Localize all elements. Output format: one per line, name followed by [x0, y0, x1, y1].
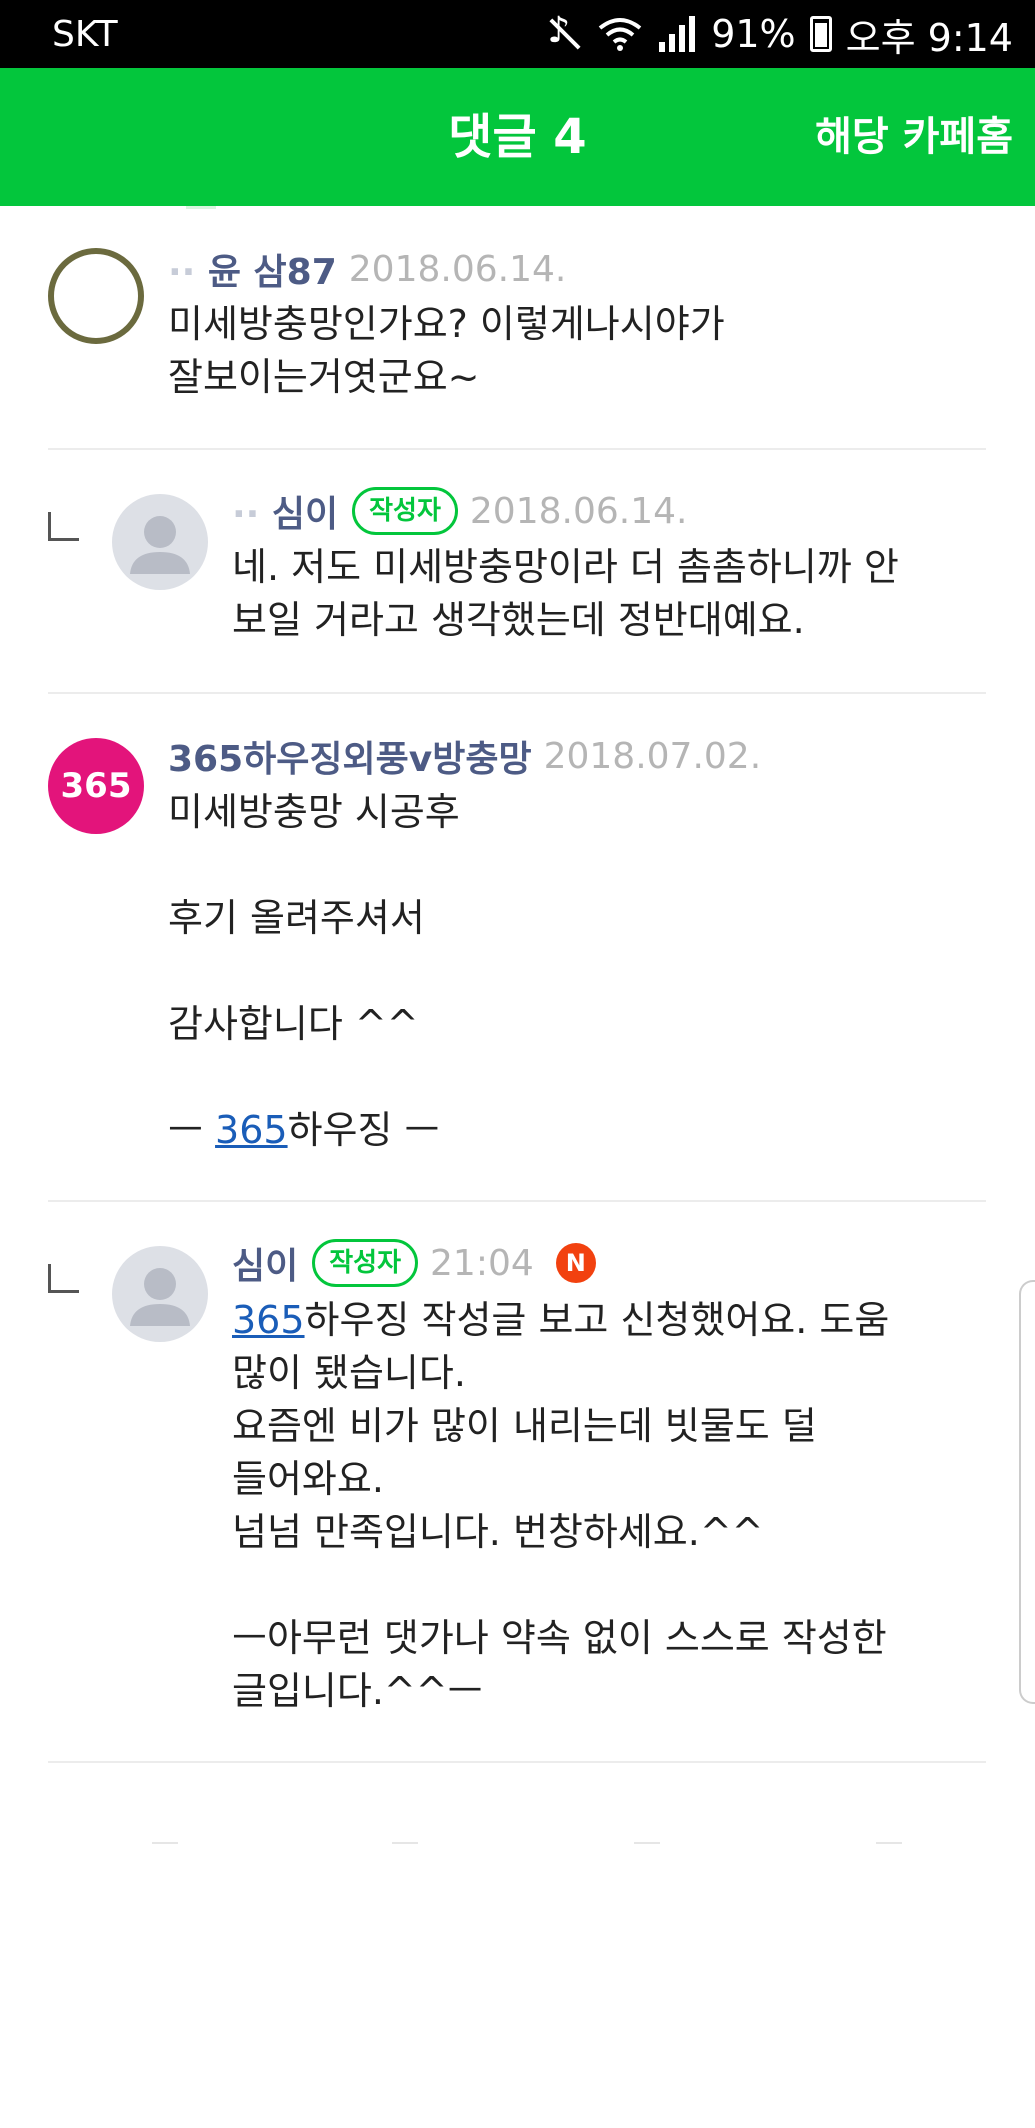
- comment-date: 2018.06.14.: [469, 490, 688, 532]
- 365-link[interactable]: 365: [215, 1108, 288, 1152]
- comments-header: 댓글 4 해당 카페홈: [0, 68, 1035, 206]
- scroll-handle[interactable]: [1019, 1280, 1035, 1704]
- avatar[interactable]: [112, 494, 208, 590]
- comment-body: 365하우징 작성글 보고 신청했어요. 도움 많이 됐습니다. 요즘엔 비가 …: [232, 1298, 890, 1713]
- default-user-icon: [130, 1268, 190, 1326]
- signature-line: ㅡ 365하우징 ㅡ: [168, 1108, 440, 1152]
- mute-icon: [543, 10, 583, 54]
- clock: 오후 9:14: [845, 15, 1013, 60]
- cafe-home-button[interactable]: 해당 카페홈: [815, 68, 1013, 206]
- divider: [48, 448, 986, 450]
- new-badge: N: [555, 1243, 596, 1283]
- author-name[interactable]: ·· 윤 삼87: [168, 243, 337, 295]
- avatar[interactable]: [112, 1246, 208, 1342]
- battery-percent: 91%: [711, 12, 796, 56]
- author-name[interactable]: 심이: [232, 1237, 298, 1289]
- battery-icon: [809, 16, 832, 52]
- comment-meta: ·· 윤 삼87 2018.06.14.: [168, 244, 566, 294]
- status-icons: 91% 오후 9:14: [543, 7, 1013, 62]
- writer-badge: 작성자: [312, 1239, 419, 1287]
- 365-link[interactable]: 365: [232, 1298, 305, 1342]
- comment-body: 네. 저도 미세방충망이라 더 촘촘하니까 안 보일 거라고 생각했는데 정반대…: [232, 545, 899, 642]
- comment-meta: 365하우징외풍v방충망 2018.07.02.: [168, 731, 761, 781]
- wifi-icon: [597, 14, 643, 54]
- comment-date: 21:04: [430, 1242, 534, 1284]
- author-name[interactable]: 365하우징외풍v방충망: [168, 730, 532, 782]
- comment-date: 2018.06.14.: [348, 248, 567, 290]
- carrier-label: SKT: [52, 13, 118, 55]
- comment-date: 2018.07.02.: [543, 735, 762, 777]
- author-name[interactable]: ·· 심이: [232, 485, 338, 537]
- comment-body: 미세방충망 시공후 후기 올려주셔서 감사합니다 ^^ ㅡ 365하우징 ㅡ: [168, 786, 460, 1157]
- writer-badge: 작성자: [352, 487, 458, 535]
- status-bar: SKT 91% 오후 9:14: [0, 0, 1035, 68]
- signal-icon: [657, 14, 697, 54]
- header-tick: [186, 206, 216, 209]
- comment-body: 미세방충망인가요? 이렇게나시야가 잘보이는거엿군요~: [168, 302, 725, 399]
- reply-arrow-icon: [48, 512, 79, 541]
- comment-meta: ·· 심이 작성자 2018.06.14.: [232, 486, 687, 536]
- reply-arrow-icon: [48, 1264, 79, 1293]
- divider: [48, 1200, 986, 1202]
- avatar[interactable]: 365: [48, 738, 144, 834]
- comment-meta: 심이 작성자 21:04 N: [232, 1238, 596, 1288]
- divider: [48, 692, 986, 694]
- avatar[interactable]: [48, 248, 144, 344]
- default-user-icon: [130, 516, 190, 574]
- divider: [48, 1761, 986, 1763]
